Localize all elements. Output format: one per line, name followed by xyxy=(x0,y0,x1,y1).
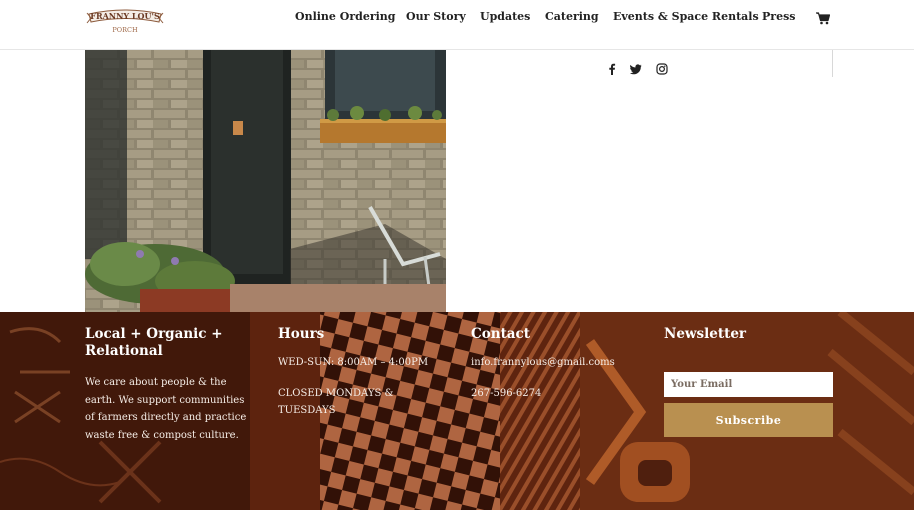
footer-about: Local + Organic + Relational We care abo… xyxy=(85,326,246,444)
site-header: FRANNY LOU'S PORCH Online Ordering Our S… xyxy=(0,0,914,50)
nav-press[interactable]: Press xyxy=(762,10,795,23)
footer-about-text: We care about people & the earth. We sup… xyxy=(85,377,247,441)
footer-newsletter-heading: Newsletter xyxy=(664,326,747,342)
footer-hours-heading: Hours xyxy=(278,326,325,342)
nav-updates[interactable]: Updates xyxy=(480,10,530,23)
social-links xyxy=(606,60,668,75)
vertical-divider xyxy=(832,49,833,77)
footer-hours: Hours WED-SUN: 8:00AM – 4:00PM CLOSED MO… xyxy=(278,326,453,420)
shopping-cart-icon[interactable] xyxy=(816,10,831,25)
nav-events-space-rentals[interactable]: Events & Space Rentals xyxy=(613,10,759,23)
nav-catering[interactable]: Catering xyxy=(545,10,599,23)
hours-closed: CLOSED MONDAYS & TUESDAYS xyxy=(278,387,394,417)
contact-email-link[interactable]: info.frannylous@gmail.coms xyxy=(471,354,646,372)
facebook-icon[interactable] xyxy=(606,60,618,75)
twitter-icon[interactable] xyxy=(630,60,642,75)
footer-about-heading: Local + Organic + Relational xyxy=(85,326,223,359)
footer-contact: Contact info.frannylous@gmail.coms 267-5… xyxy=(471,326,646,402)
instagram-icon[interactable] xyxy=(656,60,668,75)
contact-phone-link[interactable]: 267-596-6274 xyxy=(471,385,646,403)
nav-our-story[interactable]: Our Story xyxy=(406,10,466,23)
main-nav: Online Ordering Our Story Updates Cateri… xyxy=(0,10,914,30)
hours-open: WED-SUN: 8:00AM – 4:00PM xyxy=(278,357,429,368)
footer-newsletter: Newsletter xyxy=(664,326,834,343)
nav-online-ordering[interactable]: Online Ordering xyxy=(295,10,396,23)
subscribe-button[interactable]: Subscribe xyxy=(664,403,833,437)
footer-contact-heading: Contact xyxy=(471,326,531,342)
storefront-photo xyxy=(85,49,446,312)
newsletter-email-input[interactable] xyxy=(664,372,833,397)
